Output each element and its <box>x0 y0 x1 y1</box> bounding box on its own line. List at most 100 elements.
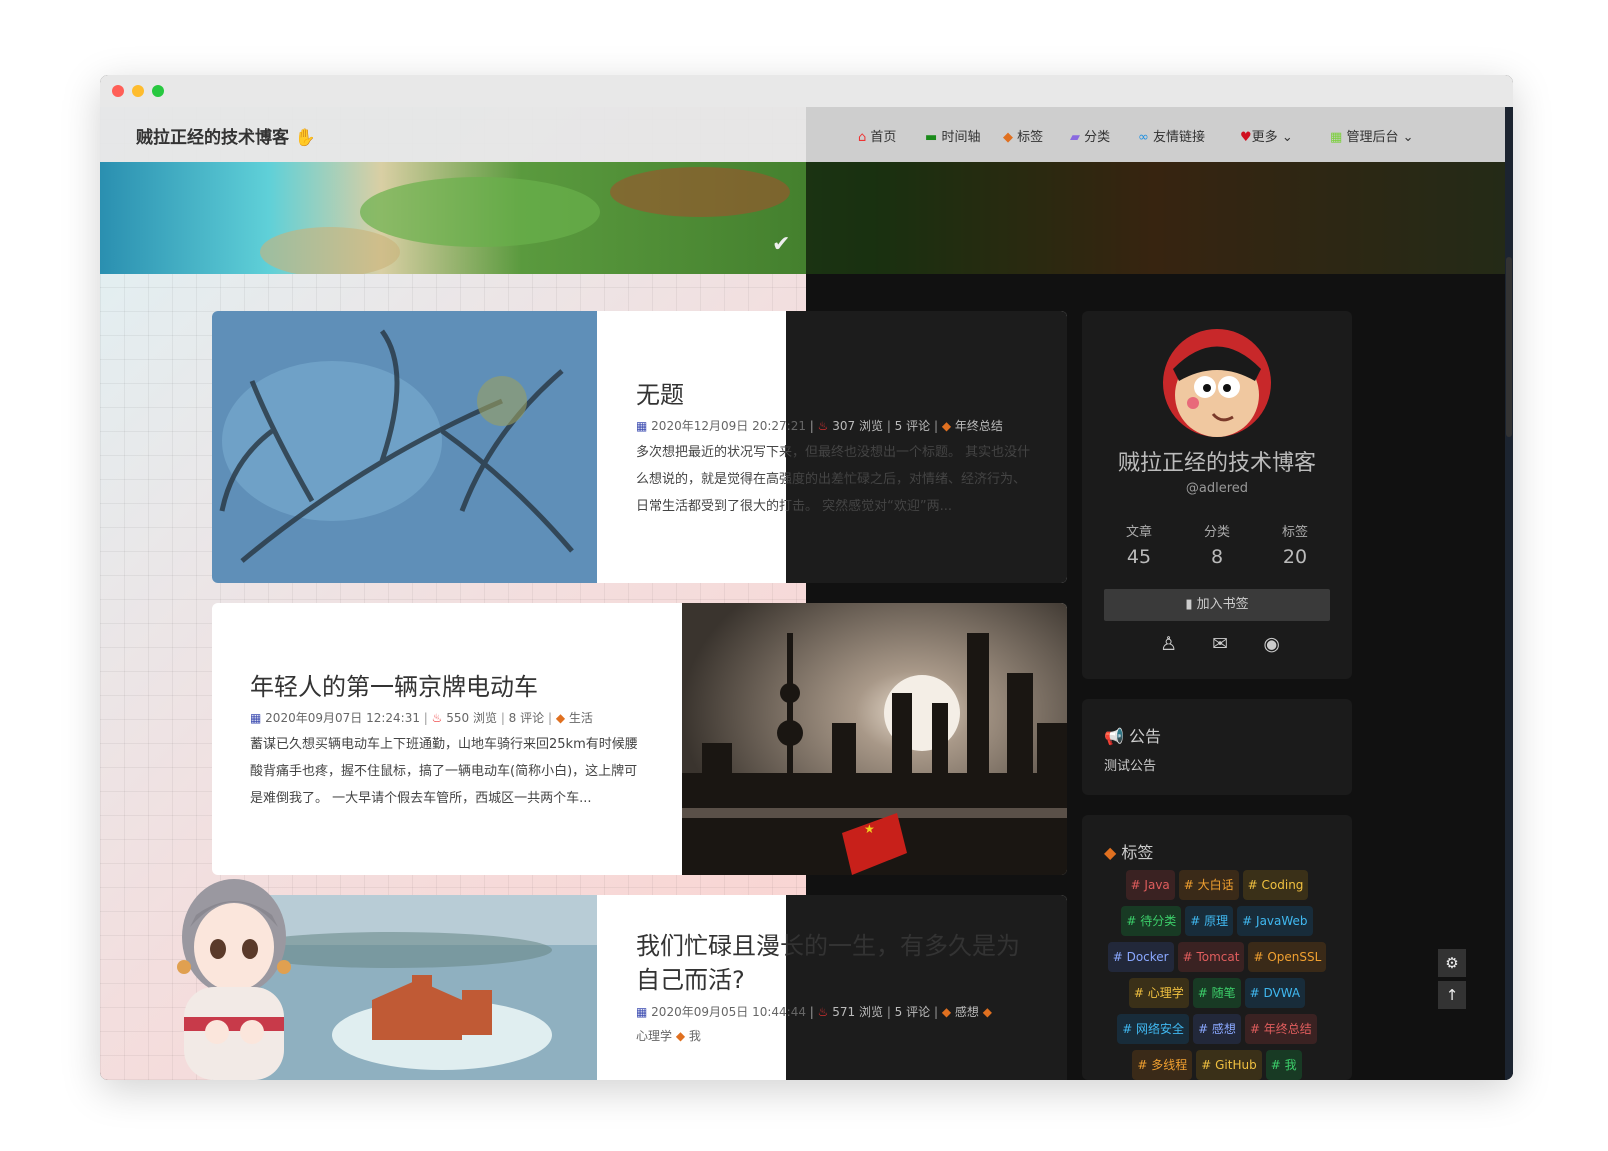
tag-cloud-item[interactable]: # 心理学 <box>1128 978 1189 1008</box>
tag-cloud-item[interactable]: # JavaWeb <box>1237 906 1313 936</box>
post-thumbnail-image[interactable]: ★ <box>682 603 1067 875</box>
chevron-down-icon: ⌄ <box>1402 130 1414 145</box>
profile-name: 贼拉正经的技术博客 <box>1117 451 1316 476</box>
bookmark-button[interactable]: ▮ 加入书签 <box>1104 589 1330 621</box>
nav-admin[interactable]: ▦ 管理后台 ⌄ <box>1330 126 1414 145</box>
settings-button[interactable]: ⚙ <box>1438 949 1466 977</box>
post-date: 2020年09月07日 12:24:31 <box>265 711 420 725</box>
nav-friend-links[interactable]: ∞ 友情链接 <box>1138 126 1205 145</box>
nav-timeline[interactable]: ▬ 时间轴 <box>925 126 980 145</box>
calendar-icon: ▦ <box>250 711 262 725</box>
fire-icon: ♨ <box>817 1005 829 1019</box>
profile-avatar[interactable] <box>1163 329 1271 437</box>
post-views: 550 浏览 <box>446 711 497 725</box>
tag-cloud-item[interactable]: # GitHub <box>1196 1050 1262 1080</box>
post-tag[interactable]: 年终总结 <box>955 419 1003 433</box>
scroll-down-chevron-icon[interactable]: ✔ <box>772 232 790 257</box>
tag-icon: ◆ <box>941 1005 952 1019</box>
megaphone-icon: 📢 <box>1104 727 1124 746</box>
chevron-down-icon: ⌄ <box>1281 130 1293 145</box>
nav-friend-links-label: 友情链接 <box>1152 130 1205 145</box>
post-meta-tags: 心理学 ◆ 我 <box>636 1027 701 1044</box>
maximize-window-button[interactable] <box>152 85 164 97</box>
stat-value: 45 <box>1126 546 1152 568</box>
waving-hand-icon: ✋ <box>294 128 317 148</box>
post-meta: ▦ 2020年09月05日 10:44:44 | ♨ 571 浏览 | 5 评论… <box>636 1005 992 1019</box>
stat-categories[interactable]: 分类 8 <box>1182 521 1252 568</box>
tag-cloud-item[interactable]: # 大白话 <box>1178 870 1239 900</box>
tag-cloud-item[interactable]: # Docker <box>1107 942 1174 972</box>
tag-cloud-item[interactable]: # 感想 <box>1193 1014 1241 1044</box>
nav-tags[interactable]: ◆ 标签 <box>1003 126 1043 145</box>
scrollbar-thumb[interactable] <box>1506 257 1512 437</box>
folder-icon: ▰ <box>1070 130 1080 145</box>
nav-categories[interactable]: ▰ 分类 <box>1070 126 1110 145</box>
post-comments: 8 评论 <box>508 711 545 725</box>
post-card[interactable]: 我们忙碌且漫长的一生，有多久是为自己而活? ▦ 2020年09月05日 10:4… <box>212 895 1067 1080</box>
notice-title: 公告 <box>1129 727 1162 746</box>
post-title[interactable]: 我们忙碌且漫长的一生，有多久是为自己而活? <box>636 929 1036 997</box>
tag-cloud-item[interactable]: # 原理 <box>1185 906 1234 936</box>
github-icon[interactable]: ◉ <box>1263 633 1280 655</box>
post-thumbnail-image[interactable] <box>212 311 597 583</box>
notice-text: 测试公告 <box>1104 759 1157 774</box>
post-tag[interactable]: 生活 <box>569 711 593 725</box>
top-navigation-bar: 贼拉正经的技术博客 ✋ ⌂ 首页 ▬ 时间轴 ◆ 标签 ▰ 分类 ∞ 友情链接 … <box>100 107 1505 162</box>
tag-icon: ◆ <box>675 1029 686 1043</box>
tag-cloud-item[interactable]: # DVWA <box>1244 978 1306 1008</box>
fire-icon: ♨ <box>431 711 443 725</box>
post-tag[interactable]: 感想 <box>955 1005 979 1019</box>
tag-cloud-item[interactable]: # Tomcat <box>1177 942 1245 972</box>
notice-card: 📢 公告 测试公告 <box>1082 699 1352 795</box>
tag-icon: ◆ <box>982 1005 992 1019</box>
post-tag[interactable]: 心理学 <box>636 1029 672 1043</box>
tag-cloud-item[interactable]: # 待分类 <box>1121 906 1182 936</box>
tag-cloud-item[interactable]: # Java <box>1125 870 1175 900</box>
profile-handle: @adlered <box>1185 481 1249 496</box>
link-icon: ∞ <box>1138 130 1149 145</box>
post-meta: ▦ 2020年09月07日 12:24:31 | ♨ 550 浏览 | 8 评论… <box>250 711 593 725</box>
post-views: 307 浏览 <box>832 419 883 433</box>
close-window-button[interactable] <box>112 85 124 97</box>
tag-cloud-item[interactable]: # Coding <box>1242 870 1309 900</box>
tag-cloud-item[interactable]: # OpenSSL <box>1248 942 1327 972</box>
post-title[interactable]: 年轻人的第一辆京牌电动车 <box>250 667 538 702</box>
post-card[interactable]: 无题 ▦ 2020年12月09日 20:27:21 | ♨ 307 浏览 | 5… <box>212 311 1067 583</box>
post-card[interactable]: 年轻人的第一辆京牌电动车 ▦ 2020年09月07日 12:24:31 | ♨ … <box>212 603 1067 875</box>
nav-tags-label: 标签 <box>1017 130 1044 145</box>
stat-articles[interactable]: 文章 45 <box>1104 521 1174 568</box>
nav-home-label: 首页 <box>870 130 897 145</box>
bookmark-label: 加入书签 <box>1196 597 1249 612</box>
stat-value: 20 <box>1282 546 1308 568</box>
window-titlebar <box>100 75 1513 107</box>
minimize-window-button[interactable] <box>132 85 144 97</box>
nav-categories-label: 分类 <box>1084 130 1111 145</box>
social-links: ♙ ✉ ◉ <box>1160 633 1280 655</box>
stat-label: 分类 <box>1203 525 1230 540</box>
tag-cloud-item[interactable]: # 随笔 <box>1192 978 1241 1008</box>
post-comments: 5 评论 <box>894 1005 931 1019</box>
page-scrollbar[interactable] <box>1505 107 1513 1080</box>
site-logo[interactable]: 贼拉正经的技术博客 ✋ <box>136 123 316 148</box>
gear-icon: ⚙ <box>1445 954 1459 972</box>
fire-icon: ♨ <box>817 419 829 433</box>
qq-icon[interactable]: ♙ <box>1160 633 1177 655</box>
stat-tags[interactable]: 标签 20 <box>1260 521 1330 568</box>
tag-cloud-title: 标签 <box>1121 843 1154 862</box>
tags-icon: ◆ <box>1003 130 1013 145</box>
post-tag[interactable]: 我 <box>689 1029 701 1043</box>
back-to-top-button[interactable]: ↑ <box>1438 981 1466 1009</box>
tag-cloud-item[interactable]: # 多线程 <box>1132 1050 1193 1080</box>
tag-cloud-item[interactable]: # 我 <box>1265 1050 1302 1080</box>
calendar-icon: ▦ <box>636 1005 648 1019</box>
nav-home[interactable]: ⌂ 首页 <box>858 126 896 145</box>
home-icon: ⌂ <box>858 130 867 145</box>
mascot-character-image[interactable] <box>162 867 312 1080</box>
nav-more[interactable]: ♥更多 ⌄ <box>1240 126 1293 145</box>
svg-text:★: ★ <box>864 822 875 836</box>
tag-cloud-item[interactable]: # 网络安全 <box>1117 1014 1190 1044</box>
post-title[interactable]: 无题 <box>636 375 684 410</box>
tag-icon: ◆ <box>555 711 566 725</box>
tag-cloud-item[interactable]: # 年终总结 <box>1244 1014 1317 1044</box>
wechat-icon[interactable]: ✉ <box>1212 633 1228 655</box>
